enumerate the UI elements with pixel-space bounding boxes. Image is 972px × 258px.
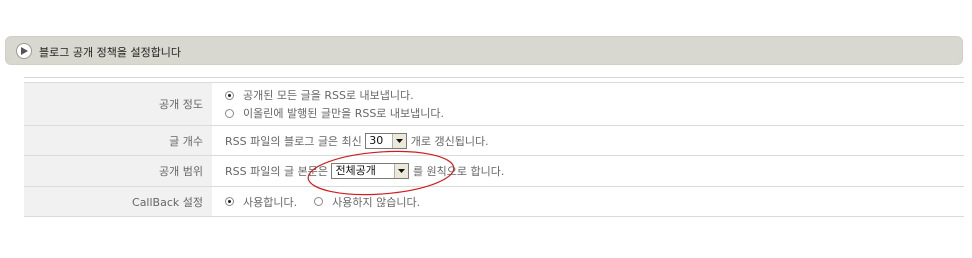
post-count-suffix: 개로 갱신됩니다. [410, 134, 489, 148]
post-count-prefix: RSS 파일의 블로그 글은 최신 [225, 134, 362, 148]
scope-value: RSS 파일의 글 본문은 전체공개 를 원칙으로 합니다. [212, 155, 964, 187]
divider [24, 77, 964, 78]
radio-callback-off[interactable] [314, 196, 324, 206]
scope-selected: 전체공개 [335, 164, 376, 177]
scope-select[interactable]: 전체공개 [331, 163, 410, 179]
radio-eolin-posts[interactable] [225, 108, 234, 118]
visibility-label: 공개 정도 [24, 82, 212, 126]
radio-all-posts[interactable] [225, 90, 234, 100]
radio-option-all[interactable]: 공개된 모든 글을 RSS로 내보냅니다. [225, 86, 964, 104]
scope-label: 공개 범위 [24, 155, 212, 187]
chevron-down-icon[interactable] [394, 164, 409, 178]
settings-table: 공개 정도 공개된 모든 글을 RSS로 내보냅니다. 이올린에 발행된 글만을… [24, 82, 964, 217]
callback-label: CallBack 설정 [24, 186, 212, 217]
scope-prefix: RSS 파일의 글 본문은 [225, 165, 328, 178]
chevron-down-icon[interactable] [392, 133, 407, 148]
radio-callback-on[interactable] [225, 196, 234, 206]
radio-callback-off-label: 사용하지 않습니다. [332, 195, 421, 209]
scope-suffix: 를 원칙으로 합니다. [412, 165, 505, 178]
post-count-select[interactable]: 30 [365, 132, 408, 149]
table-row: 공개 범위 RSS 파일의 글 본문은 전체공개 를 원칙으로 합니다. [24, 155, 964, 187]
post-count-selected: 30 [369, 133, 384, 147]
settings-panel: 공개 정도 공개된 모든 글을 RSS로 내보냅니다. 이올린에 발행된 글만을… [24, 77, 964, 217]
visibility-options: 공개된 모든 글을 RSS로 내보냅니다. 이올린에 발행된 글만을 RSS로 … [212, 82, 964, 126]
radio-eolin-posts-label: 이올린에 발행된 글만을 RSS로 내보냅니다. [243, 107, 445, 120]
post-count-label: 글 개수 [24, 125, 212, 156]
radio-callback-on-label: 사용합니다. [243, 195, 298, 209]
table-row: 글 개수 RSS 파일의 블로그 글은 최신 30 개로 갱신됩니다. [24, 125, 964, 156]
section-header: 블로그 공개 정책을 설정합니다 [5, 36, 963, 65]
play-arrow-icon [16, 43, 32, 59]
callback-options: 사용합니다. 사용하지 않습니다. [212, 186, 964, 217]
radio-all-posts-label: 공개된 모든 글을 RSS로 내보냅니다. [243, 89, 414, 102]
radio-option-eolin[interactable]: 이올린에 발행된 글만을 RSS로 내보냅니다. [225, 104, 964, 122]
table-row: CallBack 설정 사용합니다. 사용하지 않습니다. [24, 186, 964, 217]
table-row: 공개 정도 공개된 모든 글을 RSS로 내보냅니다. 이올린에 발행된 글만을… [24, 82, 964, 126]
section-title: 블로그 공개 정책을 설정합니다 [39, 46, 182, 59]
post-count-value: RSS 파일의 블로그 글은 최신 30 개로 갱신됩니다. [212, 125, 964, 156]
